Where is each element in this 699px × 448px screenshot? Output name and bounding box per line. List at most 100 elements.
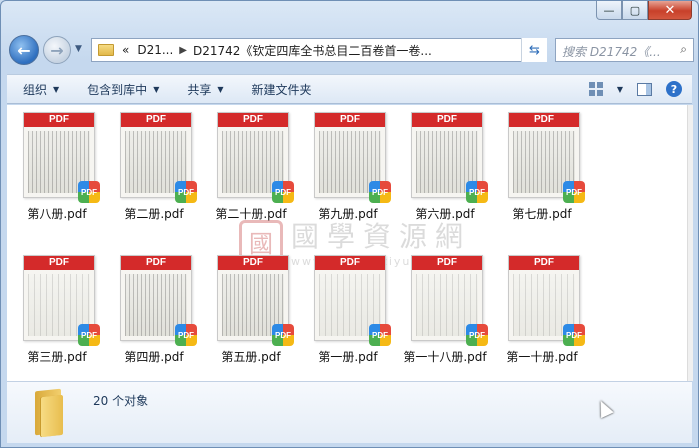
address-overflow-chevron[interactable]: « <box>122 43 129 57</box>
search-input[interactable]: 搜索 D21742《... ⌕ <box>555 38 694 62</box>
file-item[interactable]: PDF PDF 第二册.pdf <box>106 105 202 225</box>
file-item[interactable]: PDF PDF 第三册.pdf <box>9 248 105 368</box>
file-name: 第七册.pdf <box>512 207 572 221</box>
close-button[interactable]: ✕ <box>648 1 692 20</box>
file-name: 第一册.pdf <box>318 350 378 364</box>
pdf-label: PDF <box>218 113 288 127</box>
help-icon[interactable]: ? <box>666 81 682 97</box>
pdf-label: PDF <box>24 256 94 270</box>
file-item[interactable]: PDF PDF 第九册.pdf <box>300 105 396 225</box>
pdf-thumbnail: PDF PDF <box>411 112 488 203</box>
maximize-button[interactable]: ▢ <box>622 1 648 20</box>
pdf-thumbnail: PDF PDF <box>23 255 100 346</box>
file-name: 第三册.pdf <box>27 350 87 364</box>
pdf-thumbnail: PDF PDF <box>508 112 585 203</box>
file-item[interactable]: PDF PDF 第一十八册.pdf <box>397 248 493 368</box>
file-name: 第八册.pdf <box>27 207 87 221</box>
command-toolbar: 组织 ▼ 包含到库中 ▼ 共享 ▼ 新建文件夹 ▼ ? <box>7 74 692 104</box>
pdf-app-icon: PDF <box>272 181 294 203</box>
new-folder-button[interactable]: 新建文件夹 <box>252 81 312 98</box>
file-name: 第九册.pdf <box>318 207 378 221</box>
pdf-app-icon: PDF <box>466 181 488 203</box>
pdf-label: PDF <box>24 113 94 127</box>
pdf-label: PDF <box>509 256 579 270</box>
pdf-thumbnail: PDF PDF <box>314 112 391 203</box>
vertical-scrollbar[interactable] <box>687 105 693 381</box>
file-item[interactable]: PDF PDF 第七册.pdf <box>494 105 590 225</box>
pdf-app-icon: PDF <box>175 181 197 203</box>
pdf-thumbnail: PDF PDF <box>411 255 488 346</box>
organize-menu[interactable]: 组织 ▼ <box>23 81 59 98</box>
file-name: 第一十八册.pdf <box>403 350 487 364</box>
toolbar-right: ▼ ? <box>588 81 682 97</box>
refresh-button[interactable]: ⇆ <box>521 38 547 62</box>
search-icon[interactable]: ⌕ <box>680 42 687 57</box>
pdf-app-icon: PDF <box>563 181 585 203</box>
forward-button[interactable]: → <box>43 36 71 64</box>
file-item[interactable]: PDF PDF 第四册.pdf <box>106 248 202 368</box>
back-button[interactable]: ← <box>9 35 39 65</box>
pdf-label: PDF <box>412 256 482 270</box>
address-bar[interactable]: « D21... ▶ D21742《钦定四库全书总目二百卷首一卷... ▼ <box>91 38 547 62</box>
share-menu[interactable]: 共享 ▼ <box>187 81 223 98</box>
preview-pane-icon[interactable] <box>637 82 652 96</box>
pdf-thumbnail: PDF PDF <box>23 112 100 203</box>
file-item[interactable]: PDF PDF 第八册.pdf <box>9 105 105 225</box>
file-item[interactable]: PDF PDF 第六册.pdf <box>397 105 493 225</box>
breadcrumb-item[interactable]: D21... <box>137 43 173 57</box>
change-view-icon[interactable] <box>588 82 603 96</box>
minimize-button[interactable]: — <box>596 1 622 20</box>
file-name: 第四册.pdf <box>124 350 184 364</box>
pdf-thumbnail: PDF PDF <box>217 112 294 203</box>
organize-label: 组织 <box>23 82 48 97</box>
recent-pages-dropdown-icon[interactable]: ▼ <box>75 44 82 54</box>
share-label: 共享 <box>187 82 212 97</box>
pdf-label: PDF <box>315 113 385 127</box>
folder-icon <box>98 44 114 56</box>
dropdown-arrow-icon: ▼ <box>153 84 160 94</box>
pdf-app-icon: PDF <box>175 324 197 346</box>
pdf-thumbnail: PDF PDF <box>217 255 294 346</box>
pdf-app-icon: PDF <box>272 324 294 346</box>
navigation-bar: ← → ▼ « D21... ▶ D21742《钦定四库全书总目二百卷首一卷..… <box>7 35 694 65</box>
pdf-thumbnail: PDF PDF <box>314 255 391 346</box>
pdf-label: PDF <box>121 256 191 270</box>
pdf-app-icon: PDF <box>369 181 391 203</box>
file-name: 第二册.pdf <box>124 207 184 221</box>
file-item[interactable]: PDF PDF 第五册.pdf <box>203 248 299 368</box>
include-in-library-label: 包含到库中 <box>87 82 148 97</box>
pdf-thumbnail: PDF PDF <box>508 255 585 346</box>
file-item[interactable]: PDF PDF 第一十册.pdf <box>494 248 590 368</box>
pdf-label: PDF <box>315 256 385 270</box>
explorer-window: — ▢ ✕ ← → ▼ « D21... ▶ D21742《钦定四库全书总目二百… <box>0 0 699 448</box>
pdf-app-icon: PDF <box>78 181 100 203</box>
new-folder-label: 新建文件夹 <box>251 82 312 97</box>
include-in-library-menu[interactable]: 包含到库中 ▼ <box>87 81 159 98</box>
file-name: 第一十册.pdf <box>506 350 578 364</box>
pdf-app-icon: PDF <box>563 324 585 346</box>
dropdown-arrow-icon: ▼ <box>217 84 224 94</box>
pdf-label: PDF <box>412 113 482 127</box>
breadcrumb-item-current[interactable]: D21742《钦定四库全书总目二百卷首一卷... <box>193 42 432 59</box>
file-name: 第五册.pdf <box>221 350 281 364</box>
file-name: 第二十册.pdf <box>215 207 287 221</box>
file-name: 第六册.pdf <box>415 207 475 221</box>
pdf-label: PDF <box>509 113 579 127</box>
details-pane: 20 个对象 <box>7 381 692 443</box>
folder-icon-large <box>29 388 73 438</box>
file-item[interactable]: PDF PDF 第二十册.pdf <box>203 105 299 225</box>
search-placeholder: 搜索 D21742《... <box>562 45 661 59</box>
view-dropdown-icon[interactable]: ▼ <box>617 85 623 94</box>
item-count: 20 个对象 <box>93 394 149 408</box>
dropdown-arrow-icon: ▼ <box>53 84 60 94</box>
pdf-thumbnail: PDF PDF <box>120 112 197 203</box>
pdf-app-icon: PDF <box>369 324 391 346</box>
file-item[interactable]: PDF PDF 第一册.pdf <box>300 248 396 368</box>
pdf-label: PDF <box>218 256 288 270</box>
pdf-label: PDF <box>121 113 191 127</box>
pdf-app-icon: PDF <box>466 324 488 346</box>
breadcrumb-separator-icon[interactable]: ▶ <box>179 45 187 56</box>
file-list-view[interactable]: 國 國學資源網 www.guoxueziyuan.com PDFPDF第八册.p… <box>7 105 687 381</box>
caption-buttons: — ▢ ✕ <box>596 1 692 20</box>
pdf-app-icon: PDF <box>78 324 100 346</box>
